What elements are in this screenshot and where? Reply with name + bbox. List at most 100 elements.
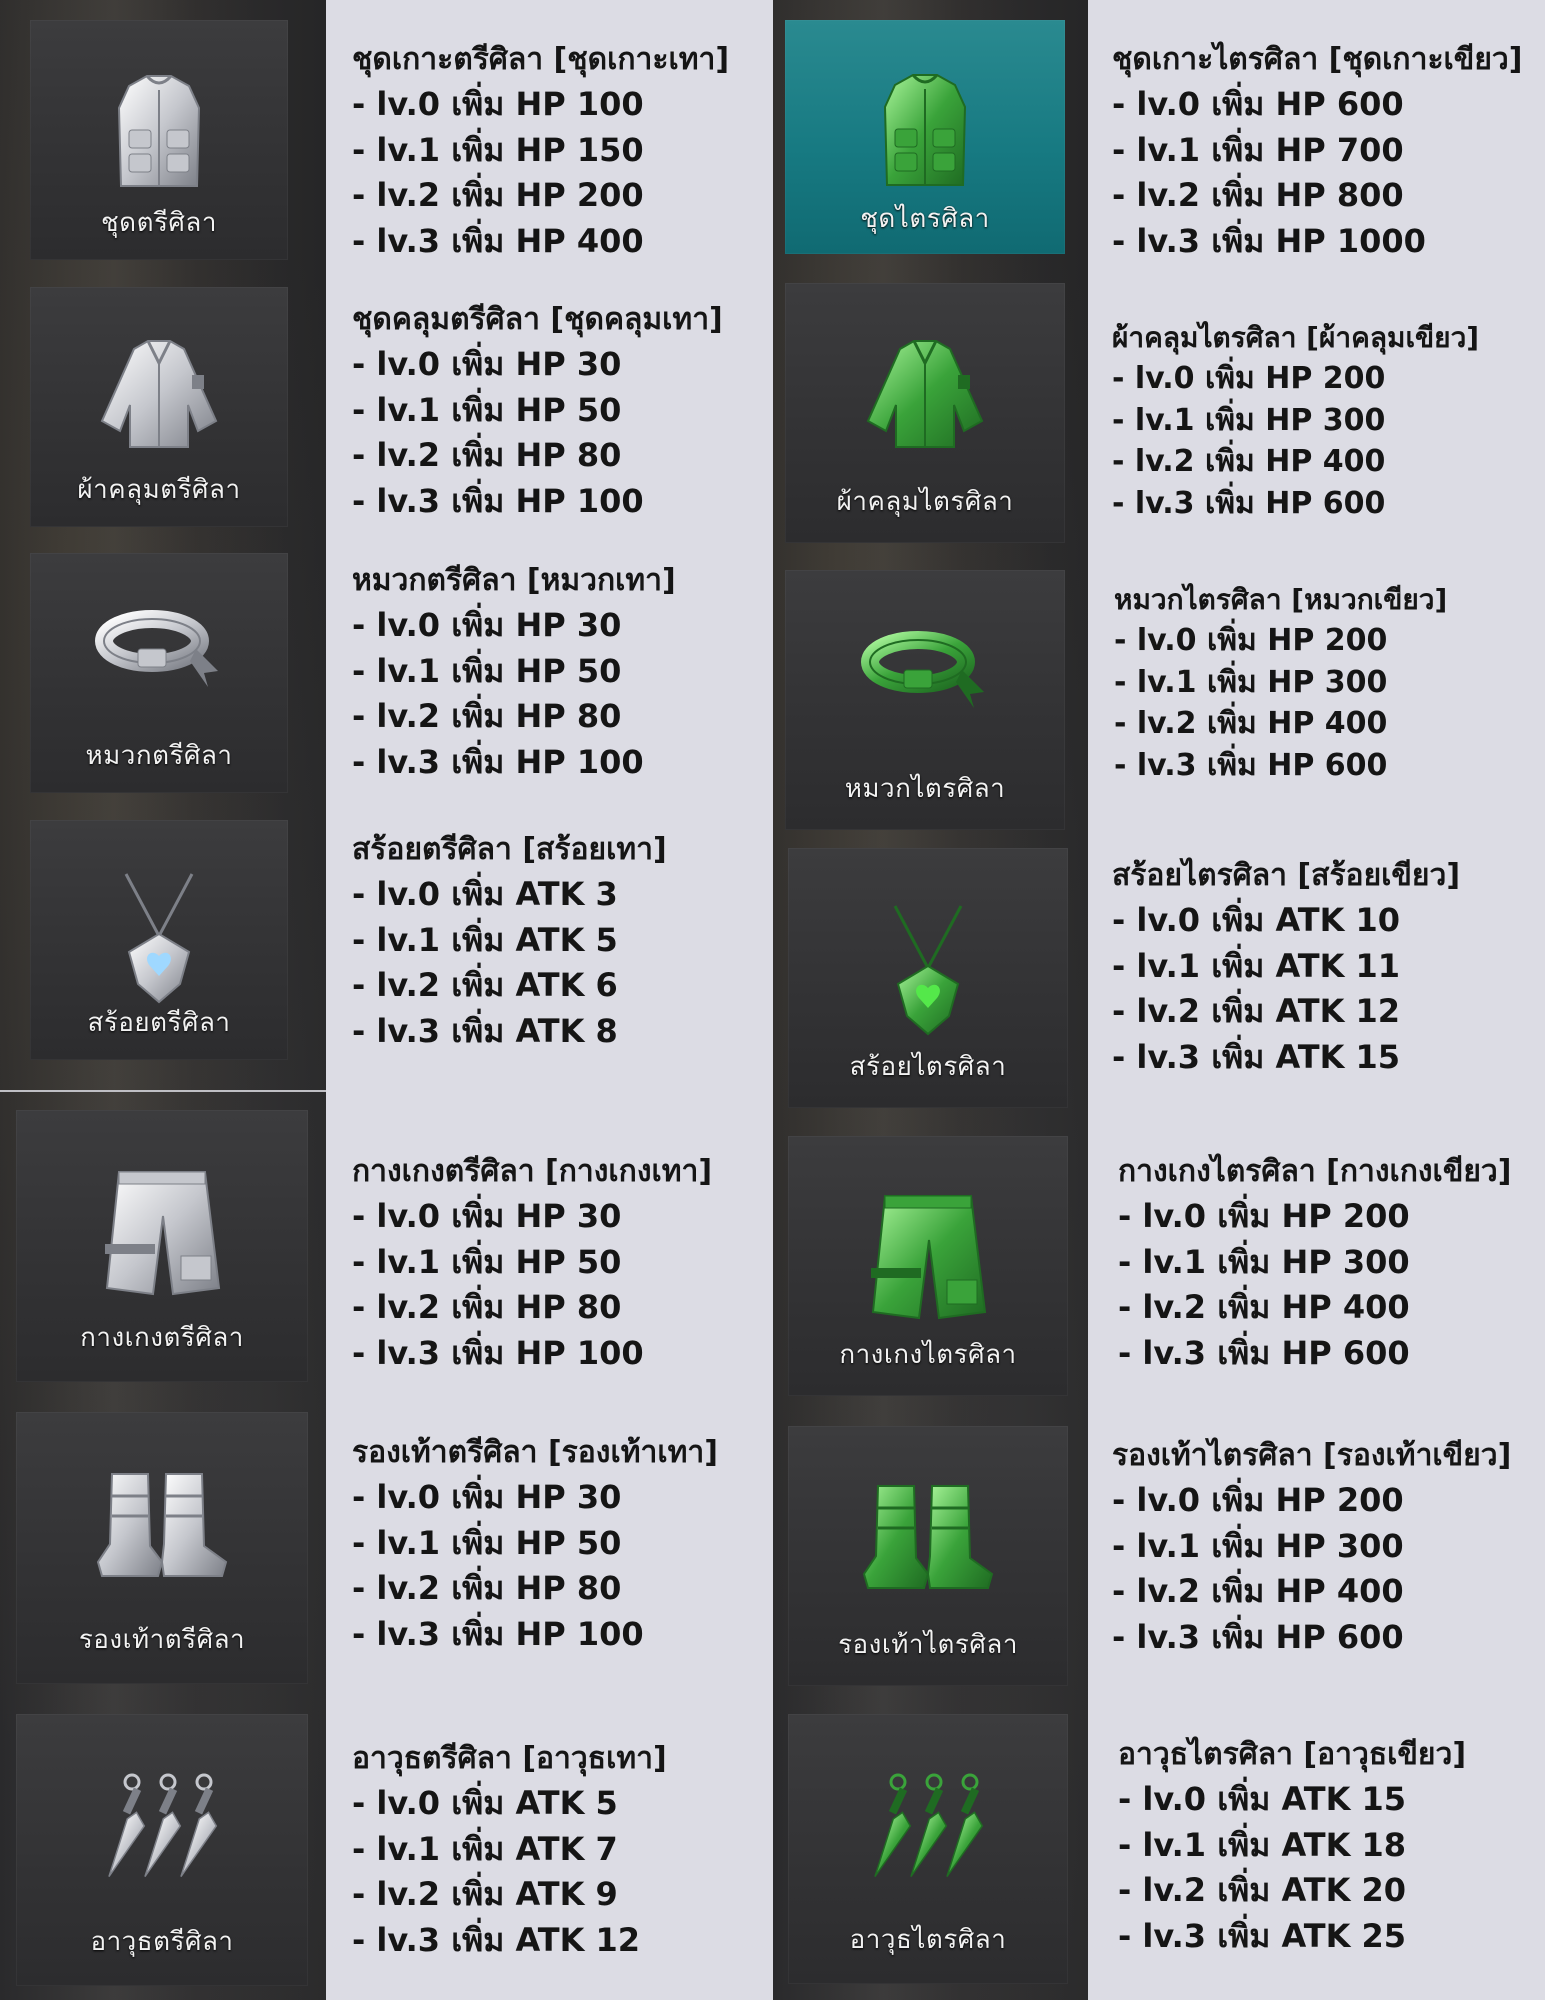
vest-icon: [99, 68, 219, 202]
necklace-icon: [883, 900, 973, 1044]
green-necklace-stats: สร้อยไตรศิลา [สร้อยเขียว] - lv.0 เพิ่ม AT…: [1112, 854, 1460, 1080]
green-jacket-item-tile[interactable]: ผ้าคลุมไตรศิลา: [785, 283, 1065, 543]
level-3-bonus: - lv.3 เพิ่ม HP 400: [352, 221, 644, 260]
level-1-bonus: - lv.1 เพิ่ม HP 50: [352, 651, 622, 690]
green-kunai-stats: อาวุธไตรศิลา [อาวุธเขียว] - lv.0 เพิ่ม AT…: [1118, 1733, 1466, 1959]
item-title: อาวุธตรีศิลา [อาวุธเทา]: [352, 1741, 667, 1776]
level-1-bonus: - lv.1 เพิ่ม ATK 11: [1112, 946, 1401, 985]
green-boots-item-tile[interactable]: รองเท้าไตรศิลา: [788, 1426, 1068, 1686]
item-title: ผ้าคลุมไตรศิลา [ผ้าคลุมเขียว]: [1112, 321, 1480, 354]
gray-jacket-item-tile[interactable]: ผ้าคลุมตรีศิลา: [30, 287, 288, 527]
green-headband-stats: หมวกไตรศิลา [หมวกเขียว] - lv.0 เพิ่ม HP 2…: [1114, 580, 1447, 786]
level-2-bonus: - lv.2 เพิ่ม HP 80: [352, 697, 622, 735]
level-2-bonus: - lv.2 เพิ่ม HP 80: [352, 1288, 622, 1326]
level-3-bonus: - lv.3 เพิ่ม HP 1000: [1112, 221, 1426, 260]
item-title: ชุดเกาะตรีศิลา [ชุดเกาะเทา]: [352, 42, 730, 77]
level-0-bonus: - lv.0 เพิ่ม HP 100: [352, 85, 644, 123]
level-3-bonus: - lv.3 เพิ่ม HP 100: [352, 1333, 644, 1372]
level-0-bonus: - lv.0 เพิ่ม HP 200: [1118, 1197, 1410, 1235]
item-title: สร้อยไตรศิลา [สร้อยเขียว]: [1112, 858, 1461, 893]
pants-icon: [97, 1164, 227, 1308]
gray-necklace-stats: สร้อยตรีศิลา [สร้อยเทา] - lv.0 เพิ่ม ATK …: [352, 828, 667, 1054]
item-tile-label: สร้อยตรีศิลา: [87, 1008, 231, 1038]
gray-vest-item-tile[interactable]: ชุดตรีศิลา: [30, 20, 288, 260]
level-0-bonus: - lv.0 เพิ่ม HP 30: [352, 1197, 622, 1235]
level-3-bonus: - lv.3 เพิ่ม HP 600: [1114, 747, 1388, 783]
level-3-bonus: - lv.3 เพิ่ม HP 100: [352, 742, 644, 781]
item-tile-label: สร้อยไตรศิลา: [849, 1052, 1007, 1082]
level-0-bonus: - lv.0 เพิ่ม HP 200: [1112, 361, 1386, 396]
headband-icon: [860, 622, 990, 716]
item-tile-label: หมวกไตรศิลา: [844, 774, 1006, 804]
jacket-icon: [860, 335, 990, 459]
level-2-bonus: - lv.2 เพิ่ม HP 80: [352, 436, 622, 474]
level-2-bonus: - lv.2 เพิ่ม ATK 6: [352, 966, 618, 1004]
level-2-bonus: - lv.2 เพิ่ม HP 80: [352, 1569, 622, 1607]
level-2-bonus: - lv.2 เพิ่ม ATK 9: [352, 1875, 618, 1913]
item-title: กางเกงไตรศิลา [กางเกงเขียว]: [1118, 1154, 1512, 1189]
level-2-bonus: - lv.2 เพิ่ม HP 400: [1118, 1288, 1410, 1326]
green-headband-item-tile[interactable]: หมวกไตรศิลา: [785, 570, 1065, 830]
section-divider: [0, 1090, 326, 1092]
jacket-icon: [94, 335, 224, 459]
item-title: หมวกไตรศิลา [หมวกเขียว]: [1114, 583, 1448, 616]
level-0-bonus: - lv.0 เพิ่ม ATK 15: [1118, 1780, 1407, 1818]
level-2-bonus: - lv.2 เพิ่ม ATK 20: [1118, 1871, 1407, 1909]
gray-pants-item-tile[interactable]: กางเกงตรีศิลา: [16, 1110, 308, 1382]
level-0-bonus: - lv.0 เพิ่ม ATK 5: [352, 1784, 618, 1822]
gray-vest-stats: ชุดเกาะตรีศิลา [ชุดเกาะเทา] - lv.0 เพิ่ม …: [352, 38, 729, 264]
item-tile-label: หมวกตรีศิลา: [85, 741, 233, 771]
item-title: กางเกงตรีศิลา [กางเกงเทา]: [352, 1154, 713, 1189]
level-3-bonus: - lv.3 เพิ่ม HP 600: [1118, 1333, 1410, 1372]
item-tile-label: ชุดตรีศิลา: [101, 208, 217, 238]
level-0-bonus: - lv.0 เพิ่ม HP 600: [1112, 85, 1404, 123]
level-1-bonus: - lv.1 เพิ่ม HP 300: [1114, 664, 1388, 700]
item-tile-label: รองเท้าตรีศิลา: [78, 1625, 246, 1655]
green-pants-item-tile[interactable]: กางเกงไตรศิลา: [788, 1136, 1068, 1396]
level-1-bonus: - lv.1 เพิ่ม HP 300: [1112, 402, 1386, 438]
level-1-bonus: - lv.1 เพิ่ม ATK 18: [1118, 1825, 1407, 1864]
green-necklace-item-tile[interactable]: สร้อยไตรศิลา: [788, 848, 1068, 1108]
kunai-icon: [92, 1768, 232, 1892]
gray-headband-item-tile[interactable]: หมวกตรีศิลา: [30, 553, 288, 793]
level-2-bonus: - lv.2 เพิ่ม ATK 12: [1112, 992, 1401, 1030]
item-tile-label: อาวุธไตรศิลา: [849, 1925, 1007, 1955]
item-title: สร้อยตรีศิลา [สร้อยเทา]: [352, 832, 667, 867]
green-vest-item-tile[interactable]: ชุดไตรศิลา: [785, 20, 1065, 254]
green-jacket-stats: ผ้าคลุมไตรศิลา [ผ้าคลุมเขียว] - lv.0 เพิ่…: [1112, 318, 1479, 524]
gray-boots-item-tile[interactable]: รองเท้าตรีศิลา: [16, 1412, 308, 1684]
item-title: หมวกตรีศิลา [หมวกเทา]: [352, 563, 676, 598]
gray-pants-stats: กางเกงตรีศิลา [กางเกงเทา] - lv.0 เพิ่ม HP…: [352, 1150, 712, 1376]
gray-headband-stats: หมวกตรีศิลา [หมวกเทา] - lv.0 เพิ่ม HP 30 -…: [352, 559, 676, 785]
green-boots-stats: รองเท้าไตรศิลา [รองเท้าเขียว] - lv.0 เพิ่…: [1112, 1434, 1511, 1660]
item-tile-label: รองเท้าไตรศิลา: [838, 1630, 1018, 1660]
item-tile-label: อาวุธตรีศิลา: [90, 1927, 234, 1957]
item-title: อาวุธไตรศิลา [อาวุธเขียว]: [1118, 1737, 1467, 1772]
item-title: ชุดคลุมตรีศิลา [ชุดคลุมเทา]: [352, 302, 723, 337]
gray-boots-stats: รองเท้าตรีศิลา [รองเท้าเทา] - lv.0 เพิ่ม …: [352, 1431, 718, 1657]
level-1-bonus: - lv.1 เพิ่ม HP 700: [1112, 130, 1404, 169]
item-title: รองเท้าตรีศิลา [รองเท้าเทา]: [352, 1435, 718, 1470]
level-1-bonus: - lv.1 เพิ่ม HP 50: [352, 1242, 622, 1281]
level-2-bonus: - lv.2 เพิ่ม HP 200: [352, 176, 644, 214]
green-vest-stats: ชุดเกาะไตรศิลา [ชุดเกาะเขียว] - lv.0 เพิ่…: [1112, 38, 1522, 264]
level-0-bonus: - lv.0 เพิ่ม HP 30: [352, 1478, 622, 1516]
level-0-bonus: - lv.0 เพิ่ม HP 200: [1112, 1481, 1404, 1519]
gray-necklace-item-tile[interactable]: สร้อยตรีศิลา: [30, 820, 288, 1060]
item-tile-label: ชุดไตรศิลา: [860, 204, 990, 234]
level-2-bonus: - lv.2 เพิ่ม HP 400: [1114, 706, 1388, 741]
headband-icon: [94, 601, 224, 695]
level-3-bonus: - lv.3 เพิ่ม HP 100: [352, 1614, 644, 1653]
level-3-bonus: - lv.3 เพิ่ม ATK 12: [352, 1920, 641, 1959]
level-1-bonus: - lv.1 เพิ่ม HP 50: [352, 390, 622, 429]
level-0-bonus: - lv.0 เพิ่ม HP 30: [352, 606, 622, 644]
gray-kunai-item-tile[interactable]: อาวุธตรีศิลา: [16, 1714, 308, 1986]
item-tile-label: กางเกงตรีศิลา: [80, 1323, 244, 1353]
level-3-bonus: - lv.3 เพิ่ม ATK 15: [1112, 1037, 1401, 1076]
boots-icon: [858, 1478, 998, 1602]
vest-icon: [865, 67, 985, 201]
gray-jacket-stats: ชุดคลุมตรีศิลา [ชุดคลุมเทา] - lv.0 เพิ่ม …: [352, 298, 723, 524]
level-1-bonus: - lv.1 เพิ่ม HP 150: [352, 130, 644, 169]
green-kunai-item-tile[interactable]: อาวุธไตรศิลา: [788, 1714, 1068, 1984]
level-0-bonus: - lv.0 เพิ่ม HP 200: [1114, 623, 1388, 658]
